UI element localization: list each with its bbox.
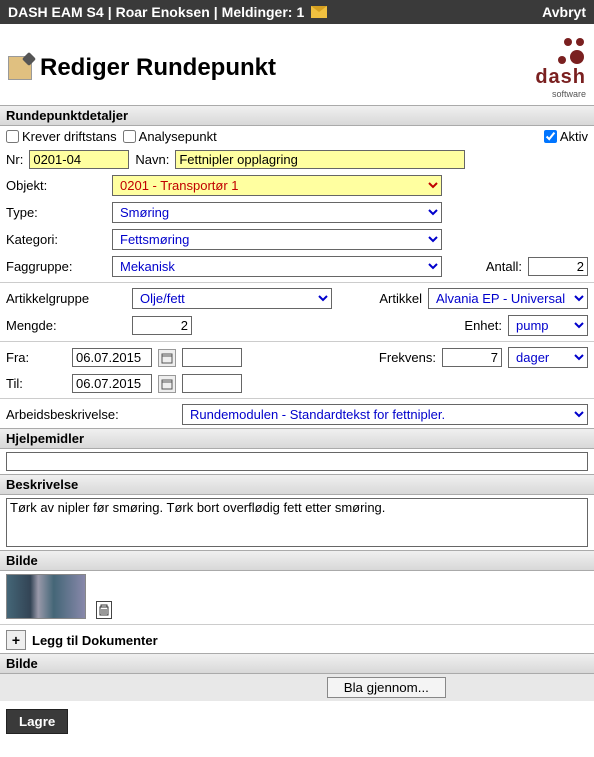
fra-label: Fra: xyxy=(6,350,66,365)
faggruppe-select[interactable]: Mekanisk xyxy=(112,256,442,277)
enhet-label: Enhet: xyxy=(464,318,502,333)
navn-label: Navn: xyxy=(135,152,169,167)
section-bilde-1: Bilde xyxy=(0,550,594,571)
frekvens-input[interactable] xyxy=(442,348,502,367)
kategori-select[interactable]: Fettsmøring xyxy=(112,229,442,250)
fra-calendar-icon[interactable] xyxy=(158,349,176,367)
artikkelgruppe-select[interactable]: Olje/fett xyxy=(132,288,332,309)
user-name: Roar Enoksen xyxy=(116,4,210,20)
til-time-input[interactable] xyxy=(182,374,242,393)
app-name: DASH EAM S4 xyxy=(8,4,104,20)
section-rundepunktdetaljer: Rundepunktdetaljer xyxy=(0,105,594,126)
section-bilde-2: Bilde xyxy=(0,653,594,674)
krever-driftstans-checkbox[interactable]: Krever driftstans xyxy=(6,129,117,144)
delete-image-button[interactable] xyxy=(96,601,112,619)
messages-label: Meldinger: xyxy=(222,4,293,20)
envelope-icon[interactable] xyxy=(311,6,327,18)
frekvens-label: Frekvens: xyxy=(379,350,436,365)
type-select[interactable]: Smøring xyxy=(112,202,442,223)
edit-note-icon xyxy=(8,56,32,80)
file-browse-row: Bla gjennom... xyxy=(0,674,594,701)
arbeidsbeskrivelse-label: Arbeidsbeskrivelse: xyxy=(6,407,176,422)
artikkelgruppe-label: Artikkelgruppe xyxy=(6,291,126,306)
fra-date-input[interactable] xyxy=(72,348,152,367)
analysepunkt-checkbox[interactable]: Analysepunkt xyxy=(123,129,217,144)
antall-label: Antall: xyxy=(486,259,522,274)
frekvens-unit-select[interactable]: dager xyxy=(508,347,588,368)
mengde-label: Mengde: xyxy=(6,318,126,333)
til-label: Til: xyxy=(6,376,66,391)
page-header: Rediger Rundepunkt dash software xyxy=(0,24,594,105)
image-thumbnail[interactable] xyxy=(6,574,86,619)
objekt-select[interactable]: 0201 - Transportør 1 xyxy=(112,175,442,196)
save-button[interactable]: Lagre xyxy=(6,709,68,734)
logo: dash software xyxy=(535,36,586,99)
messages-count: 1 xyxy=(296,4,304,20)
nr-input[interactable] xyxy=(29,150,129,169)
objekt-label: Objekt: xyxy=(6,178,106,193)
artikkel-label: Artikkel xyxy=(379,291,422,306)
mengde-input[interactable] xyxy=(132,316,192,335)
nr-label: Nr: xyxy=(6,152,23,167)
aktiv-checkbox[interactable]: Aktiv xyxy=(544,129,588,144)
page-title: Rediger Rundepunkt xyxy=(40,54,276,82)
fra-time-input[interactable] xyxy=(182,348,242,367)
faggruppe-label: Faggruppe: xyxy=(6,259,106,274)
hjelpemidler-input[interactable] xyxy=(6,452,588,471)
til-date-input[interactable] xyxy=(72,374,152,393)
section-beskrivelse: Beskrivelse xyxy=(0,474,594,495)
cancel-link[interactable]: Avbryt xyxy=(542,4,586,20)
top-bar: DASH EAM S4 | Roar Enoksen | Meldinger: … xyxy=(0,0,594,24)
navn-input[interactable] xyxy=(175,150,465,169)
add-document-label: Legg til Dokumenter xyxy=(32,633,158,648)
enhet-select[interactable]: pump xyxy=(508,315,588,336)
type-label: Type: xyxy=(6,205,106,220)
til-calendar-icon[interactable] xyxy=(158,375,176,393)
section-hjelpemidler: Hjelpemidler xyxy=(0,428,594,449)
artikkel-select[interactable]: Alvania EP - Universal EP- xyxy=(428,288,588,309)
browse-button[interactable]: Bla gjennom... xyxy=(327,677,446,698)
arbeidsbeskrivelse-select[interactable]: Rundemodulen - Standardtekst for fettnip… xyxy=(182,404,588,425)
kategori-label: Kategori: xyxy=(6,232,106,247)
add-document-button[interactable]: + xyxy=(6,630,26,650)
topbar-left: DASH EAM S4 | Roar Enoksen | Meldinger: … xyxy=(8,4,327,20)
antall-input[interactable] xyxy=(528,257,588,276)
beskrivelse-textarea[interactable]: Tørk av nipler før smøring. Tørk bort ov… xyxy=(6,498,588,547)
